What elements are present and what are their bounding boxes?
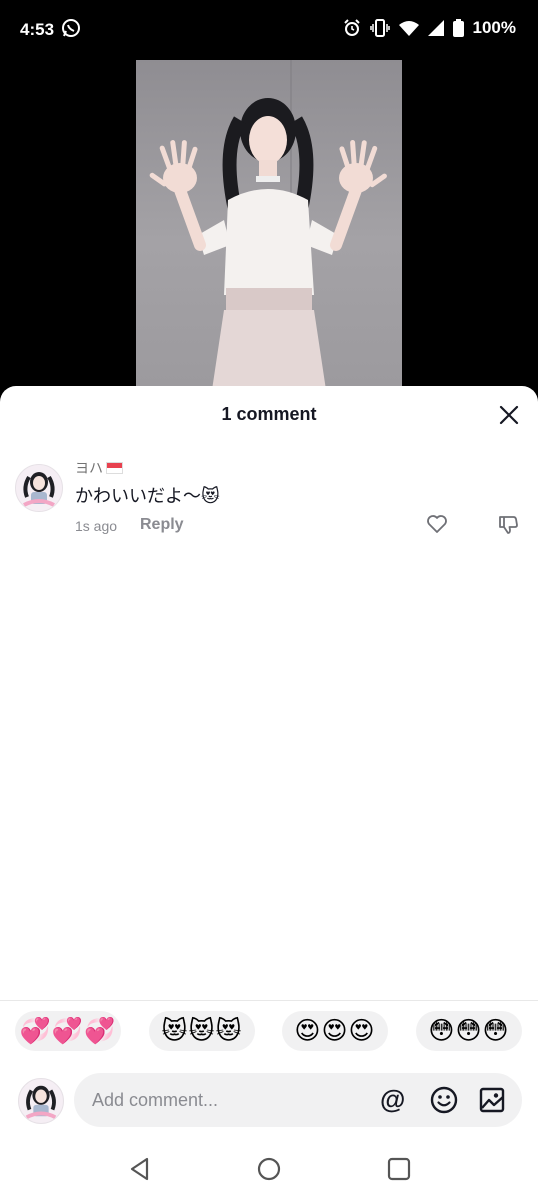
status-time: 4:53 bbox=[20, 20, 55, 39]
flag-icon bbox=[106, 462, 123, 474]
comment-composer: Add comment... @ bbox=[0, 1072, 538, 1132]
close-button[interactable] bbox=[498, 404, 520, 426]
battery-percent: 100% bbox=[472, 18, 516, 37]
reaction-chip-heart-eyes[interactable]: 😍😍😍 bbox=[282, 1011, 388, 1051]
reaction-chip-hearts[interactable]: 💞💞💞 bbox=[15, 1011, 121, 1051]
avatar[interactable] bbox=[15, 464, 63, 512]
close-icon bbox=[499, 405, 519, 425]
back-button[interactable] bbox=[127, 1156, 153, 1182]
back-triangle-icon bbox=[130, 1157, 149, 1181]
comment-text: かわいいだよ〜😻 bbox=[75, 486, 220, 506]
whatsapp-icon bbox=[61, 18, 81, 43]
comment-item: ヨハ かわいいだよ〜😻 1s ago Reply bbox=[0, 456, 538, 546]
username-text: ヨハ bbox=[75, 460, 103, 476]
wifi-icon bbox=[398, 20, 419, 36]
comments-sheet: 1 comment ヨハ かわいいだよ〜😻 1s ago Reply 💞💞💞 😻… bbox=[0, 386, 538, 1199]
alarm-icon bbox=[343, 19, 361, 37]
video-player[interactable] bbox=[136, 60, 402, 390]
signal-icon bbox=[427, 20, 444, 36]
sheet-title: 1 comment bbox=[221, 404, 317, 424]
reaction-chip-flushed[interactable]: 😳😳😳 bbox=[416, 1011, 522, 1051]
reaction-chip-heart-eyes-cat[interactable]: 😻😻😻 bbox=[149, 1011, 255, 1051]
vibrate-icon bbox=[369, 19, 390, 37]
like-button[interactable] bbox=[425, 512, 449, 536]
home-button[interactable] bbox=[256, 1156, 282, 1182]
home-circle-icon bbox=[257, 1157, 281, 1181]
status-bar: 4:53 100% bbox=[0, 0, 538, 60]
mention-button[interactable]: @ bbox=[380, 1085, 405, 1113]
thumbs-down-icon bbox=[499, 516, 518, 534]
image-icon bbox=[479, 1087, 505, 1113]
comment-username[interactable]: ヨハ bbox=[75, 458, 123, 478]
smiley-icon bbox=[430, 1086, 458, 1114]
recents-square-icon bbox=[387, 1157, 411, 1181]
heart-icon bbox=[427, 515, 447, 533]
system-nav-bar bbox=[0, 1146, 538, 1196]
video-frame-image bbox=[149, 60, 387, 390]
recents-button[interactable] bbox=[386, 1156, 412, 1182]
dislike-button[interactable] bbox=[497, 512, 521, 536]
reply-button[interactable]: Reply bbox=[140, 516, 184, 534]
comment-input-placeholder[interactable]: Add comment... bbox=[92, 1090, 218, 1111]
comment-timestamp: 1s ago bbox=[75, 518, 118, 534]
battery-icon bbox=[452, 19, 464, 37]
quick-reactions: 💞💞💞 😻😻😻 😍😍😍 😳😳😳 bbox=[0, 1011, 538, 1055]
emoji-button[interactable] bbox=[430, 1086, 458, 1114]
image-button[interactable] bbox=[479, 1087, 505, 1113]
avatar bbox=[18, 1078, 64, 1124]
divider bbox=[0, 1000, 538, 1001]
